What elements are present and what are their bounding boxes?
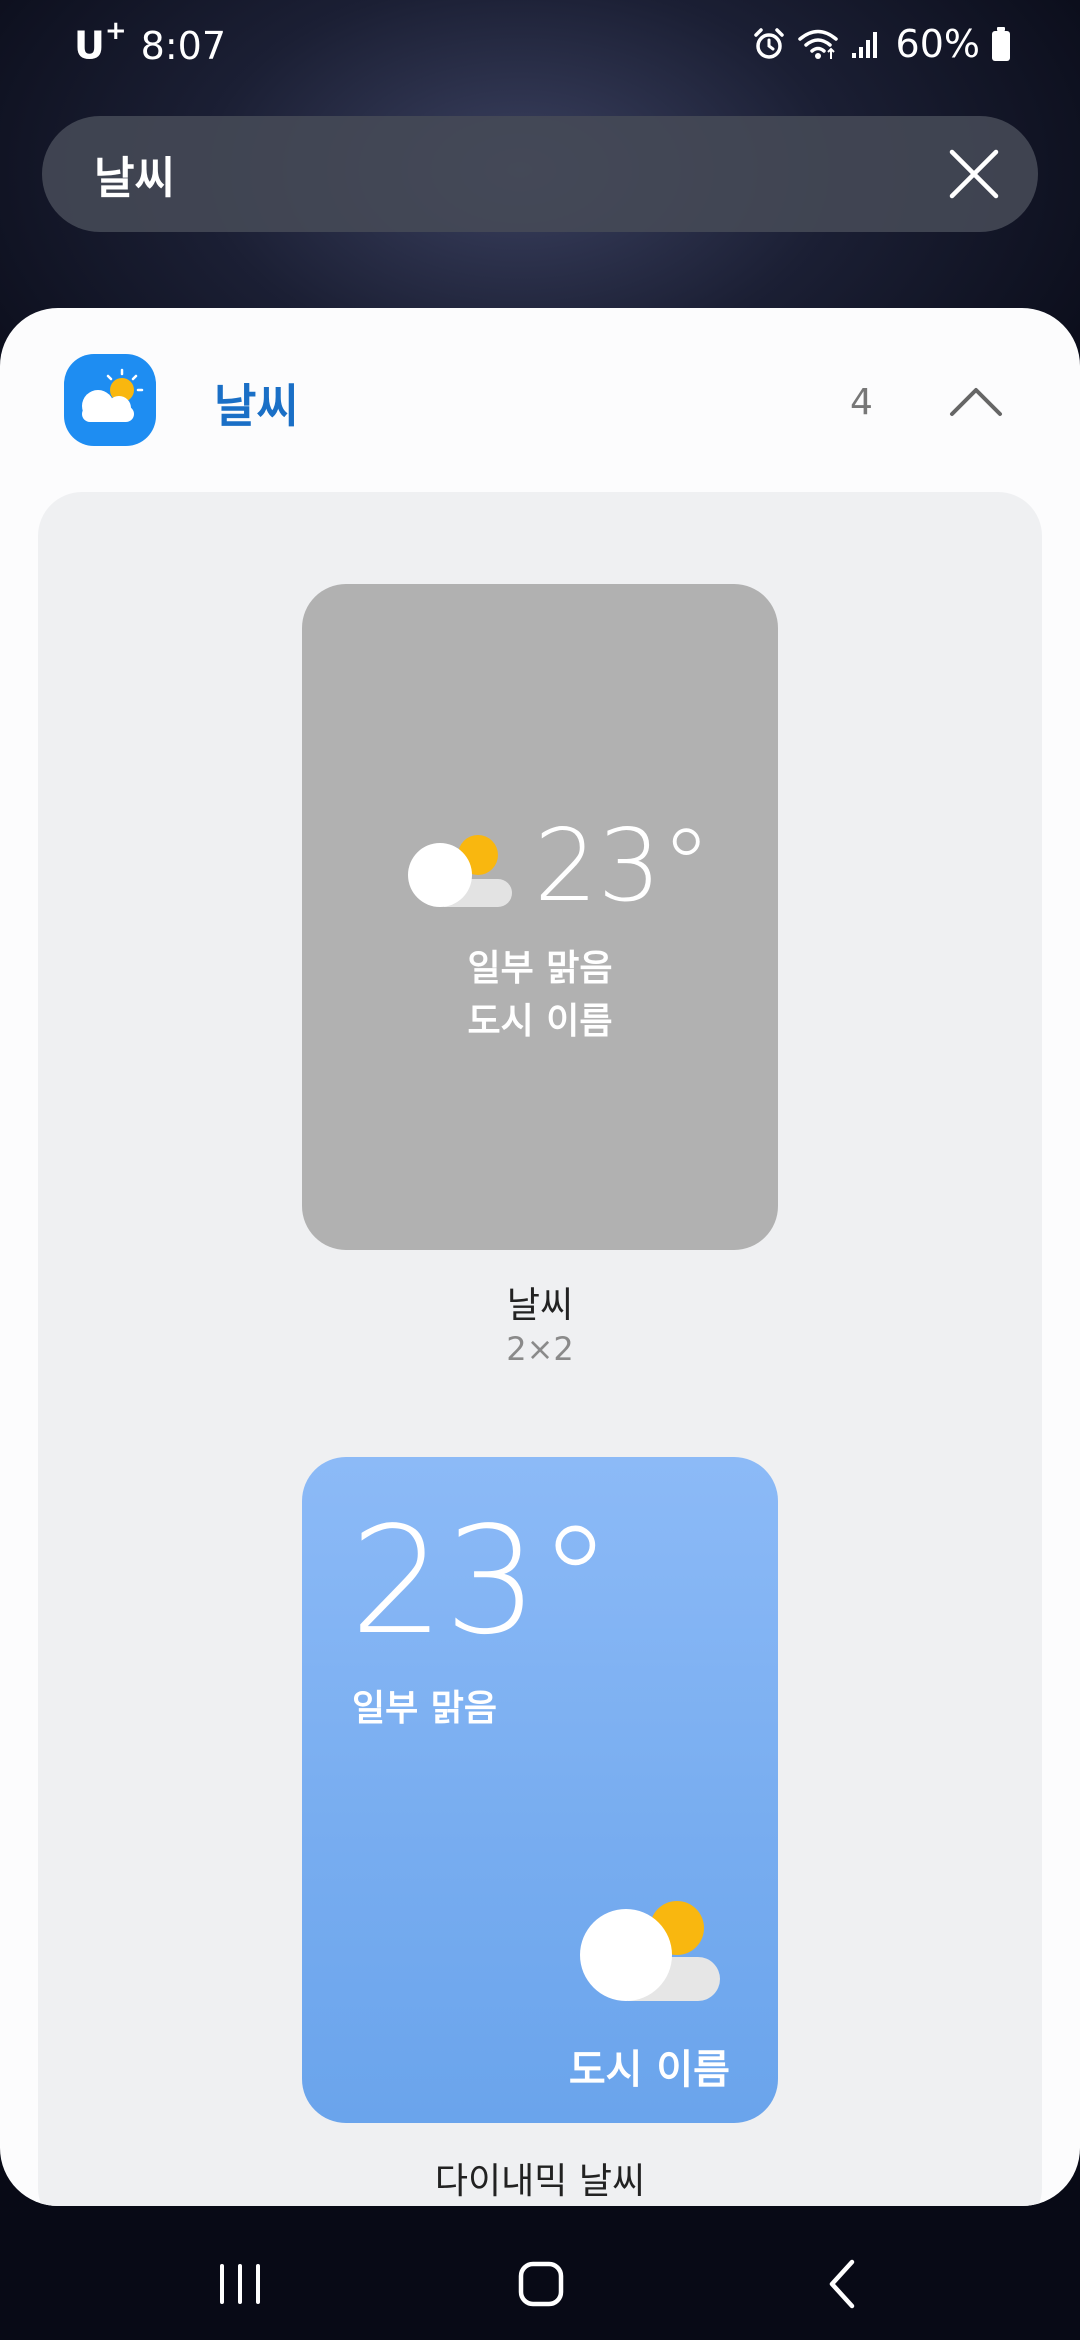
back-icon[interactable]	[814, 2254, 874, 2314]
widget-preview-dynamic-weather[interactable]: 23° 일부 맑음 도시 이름	[302, 1457, 778, 2123]
widget-label: 날씨	[506, 1285, 574, 1326]
weather-app-icon	[64, 354, 156, 446]
status-left: U+ 8:07	[74, 16, 226, 68]
app-name: 날씨	[214, 379, 299, 433]
widget-size: 2×2	[506, 1330, 574, 1368]
status-bar: U+ 8:07 60%	[0, 0, 1080, 100]
widget-list: 23° 일부 맑음 도시 이름 날씨 2×2 23° 일부 맑음 도시 이름 다…	[38, 492, 1042, 2206]
alarm-icon	[752, 27, 786, 61]
navigation-bar	[0, 2220, 1080, 2340]
widget-sheet: 날씨 4 23° 일부 맑음 도시 이름 날씨 2×2 23° 일부 맑음 도시…	[0, 308, 1080, 2206]
widget-condition: 일부 맑음	[352, 1688, 498, 1729]
search-bar[interactable]: 날씨	[42, 116, 1038, 232]
search-input[interactable]: 날씨	[94, 142, 175, 206]
widget-label: 다이내믹 날씨	[434, 2161, 646, 2202]
widget-temperature: 23°	[350, 1495, 613, 1667]
widget-preview-weather[interactable]: 23° 일부 맑음 도시 이름	[302, 584, 778, 1250]
widget-temperature: 23°	[534, 807, 712, 924]
recent-apps-icon[interactable]	[210, 2254, 270, 2314]
status-right: 60%	[752, 22, 1012, 66]
widget-condition: 일부 맑음	[467, 948, 613, 989]
close-icon[interactable]	[946, 146, 1002, 202]
chevron-up-icon[interactable]	[944, 370, 1008, 434]
widget-city: 도시 이름	[568, 2047, 730, 2093]
widget-city: 도시 이름	[467, 1001, 613, 1042]
partly-sunny-icon	[578, 1895, 726, 2003]
battery-percent: 60%	[895, 22, 980, 66]
partly-sunny-icon	[402, 829, 512, 911]
battery-icon	[990, 26, 1012, 62]
widget-count: 4	[850, 382, 873, 423]
carrier-label: U+	[74, 16, 127, 68]
clock: 8:07	[140, 23, 226, 68]
app-section-header[interactable]: 날씨 4	[0, 308, 1080, 490]
home-icon[interactable]	[511, 2254, 571, 2314]
wifi-icon	[796, 27, 840, 61]
signal-icon	[850, 29, 880, 59]
